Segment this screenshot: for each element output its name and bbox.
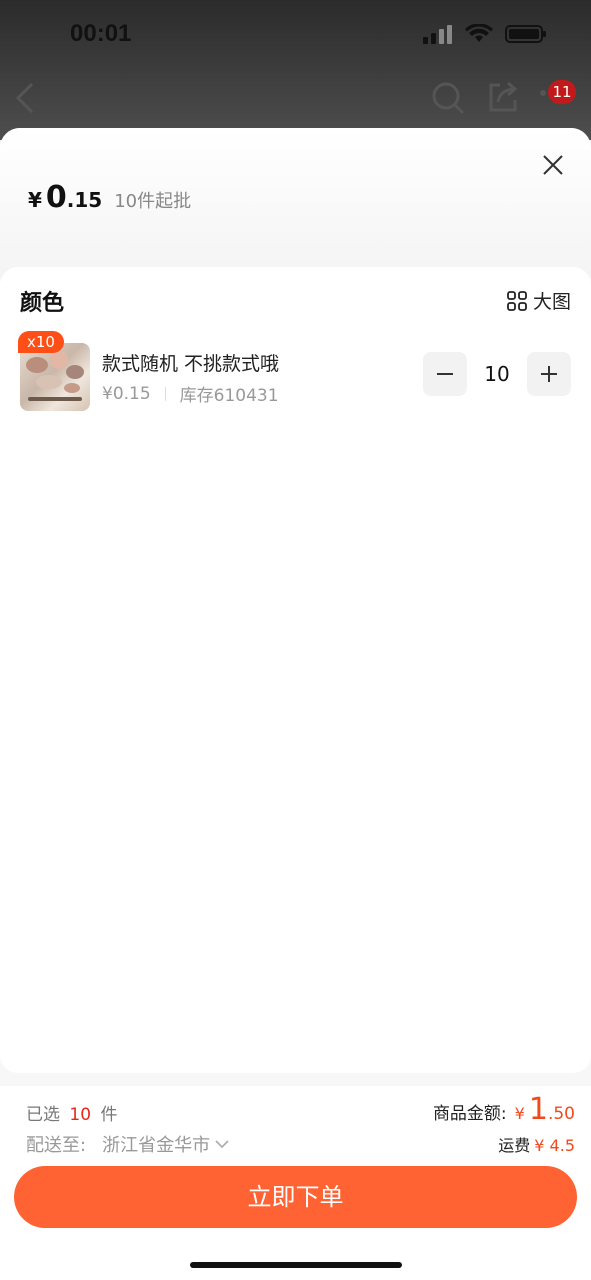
total-decimal: .50 bbox=[547, 1104, 575, 1124]
price-integer: 0 bbox=[45, 180, 67, 215]
status-icons bbox=[423, 24, 547, 44]
section-title: 颜色 bbox=[20, 291, 65, 316]
selected-suffix: 件 bbox=[100, 1105, 118, 1125]
cart-count-badge: 11 bbox=[548, 80, 576, 104]
total-label: 商品金额: bbox=[432, 1104, 507, 1124]
home-indicator bbox=[190, 1262, 402, 1268]
grid-icon bbox=[507, 290, 527, 311]
price-row: ¥ 0 .15 10件起批 bbox=[28, 180, 191, 215]
selected-count: 10 bbox=[69, 1105, 92, 1125]
quantity-stepper: 10 bbox=[423, 352, 571, 396]
total-currency: ¥ bbox=[514, 1104, 525, 1123]
divider bbox=[164, 386, 166, 401]
place-order-button[interactable]: 立即下单 bbox=[14, 1166, 577, 1228]
increase-button[interactable] bbox=[527, 352, 571, 396]
price-decimal: .15 bbox=[66, 188, 103, 212]
sku-name: 款式随机 不挑款式哦 bbox=[102, 353, 280, 375]
ship-to-address: 浙江省金华市 bbox=[102, 1135, 211, 1156]
ship-to-label: 配送至: bbox=[26, 1135, 87, 1156]
signal-icon bbox=[423, 25, 452, 44]
sku-price: ¥0.15 bbox=[102, 383, 151, 404]
product-nav-bar bbox=[0, 74, 591, 124]
quantity-value[interactable]: 10 bbox=[467, 362, 527, 386]
share-icon[interactable] bbox=[486, 80, 520, 114]
battery-icon bbox=[505, 25, 546, 43]
sku-card: 颜色 大图 x10 款式随机 不挑款式哦 ¥0.15 库存610431 10 bbox=[0, 267, 591, 1073]
sku-meta: ¥0.15 库存610431 bbox=[102, 381, 279, 407]
decrease-button[interactable] bbox=[423, 352, 467, 396]
order-footer: 已选 10 件 配送至: 浙江省金华市 商品金额: ¥ 1 .50 运费 ¥ 4.… bbox=[0, 1086, 591, 1280]
ship-to-selector[interactable]: 配送至: 浙江省金华市 bbox=[26, 1131, 230, 1157]
status-time: 00:01 bbox=[70, 20, 132, 47]
wifi-icon bbox=[465, 24, 493, 42]
price-currency: ¥ bbox=[28, 188, 42, 212]
selected-qty-badge: x10 bbox=[18, 331, 64, 353]
sku-item: x10 款式随机 不挑款式哦 ¥0.15 库存610431 10 bbox=[18, 331, 571, 417]
chevron-down-icon bbox=[215, 1140, 229, 1149]
big-picture-label: 大图 bbox=[532, 291, 571, 313]
more-icon[interactable] bbox=[538, 88, 548, 98]
selected-summary: 已选 10 件 bbox=[26, 1100, 117, 1125]
sku-thumbnail[interactable] bbox=[20, 343, 90, 411]
close-icon[interactable] bbox=[538, 150, 568, 180]
freight-value: ¥ 4.5 bbox=[534, 1136, 575, 1155]
status-bar: 00:01 bbox=[0, 0, 591, 70]
freight-label: 运费 bbox=[498, 1136, 531, 1155]
sku-stock: 库存610431 bbox=[179, 386, 279, 406]
minimum-order-text: 10件起批 bbox=[114, 191, 192, 212]
minus-icon bbox=[437, 373, 453, 375]
total-amount: 商品金额: ¥ 1 .50 bbox=[433, 1092, 575, 1127]
selected-prefix: 已选 bbox=[26, 1105, 60, 1125]
back-icon[interactable] bbox=[14, 80, 36, 116]
plus-icon bbox=[541, 366, 557, 382]
total-integer: 1 bbox=[528, 1092, 548, 1127]
big-picture-button[interactable]: 大图 bbox=[507, 287, 571, 314]
search-icon[interactable] bbox=[430, 80, 466, 116]
freight: 运费 ¥ 4.5 bbox=[498, 1132, 575, 1156]
